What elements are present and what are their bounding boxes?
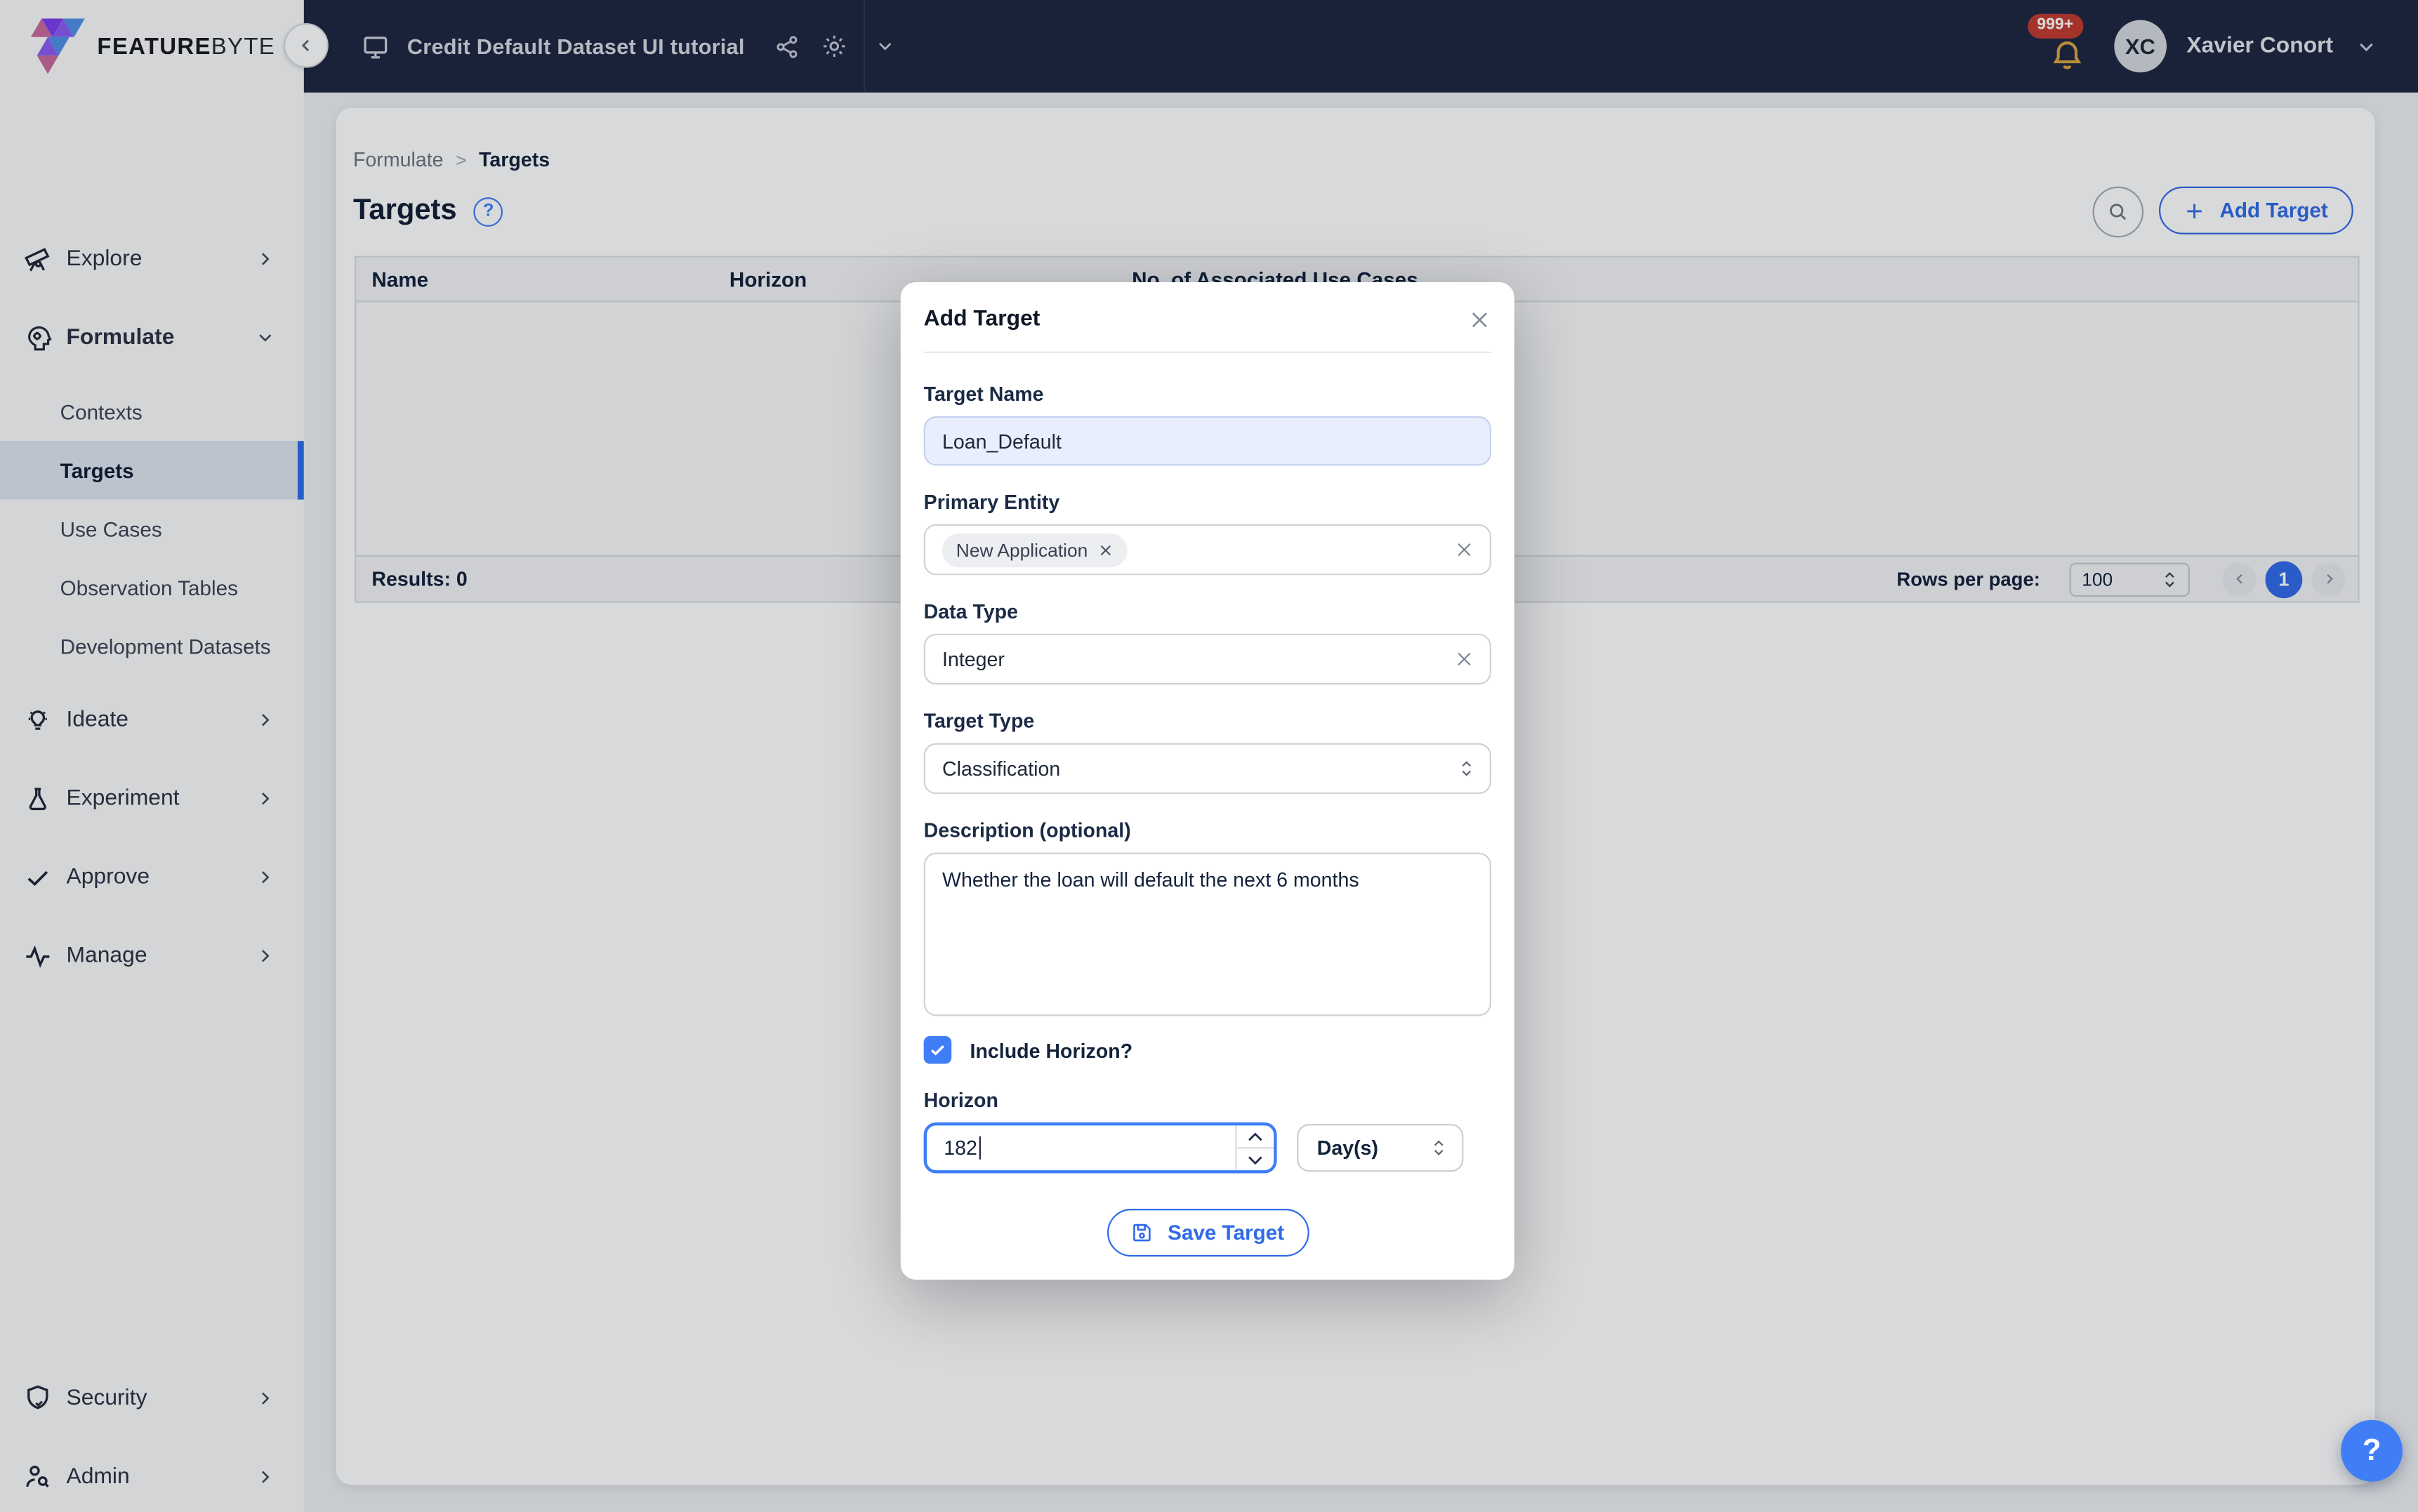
entity-chip: New Application bbox=[942, 532, 1128, 567]
dialog-title: Add Target bbox=[923, 307, 1040, 332]
horizon-value[interactable]: 182 bbox=[944, 1136, 977, 1160]
add-target-dialog: Add Target Target Name Primary Entity Ne… bbox=[900, 281, 1514, 1280]
save-icon bbox=[1130, 1221, 1154, 1245]
primary-entity-label: Primary Entity bbox=[923, 490, 1060, 514]
data-type-field-wrap bbox=[923, 633, 1491, 685]
number-spinner bbox=[1235, 1125, 1274, 1171]
horizon-number-field: 182 bbox=[923, 1122, 1277, 1174]
clear-field-icon[interactable] bbox=[1454, 540, 1474, 560]
primary-entity-field[interactable]: New Application bbox=[923, 524, 1491, 576]
spinner-down-icon[interactable] bbox=[1236, 1147, 1274, 1170]
data-type-label: Data Type bbox=[923, 599, 1019, 623]
spinner-up-icon[interactable] bbox=[1237, 1125, 1274, 1147]
target-name-input[interactable] bbox=[942, 429, 1443, 453]
select-stepper-icon bbox=[1459, 759, 1474, 779]
target-name-field-wrap bbox=[923, 416, 1491, 466]
data-type-input[interactable] bbox=[942, 647, 1443, 671]
target-type-select[interactable]: Classification bbox=[923, 743, 1491, 795]
horizon-unit-select[interactable]: Day(s) bbox=[1297, 1124, 1464, 1172]
close-icon[interactable] bbox=[1468, 307, 1491, 331]
target-name-label: Target Name bbox=[923, 382, 1044, 406]
target-type-label: Target Type bbox=[923, 709, 1035, 733]
chip-remove-icon[interactable] bbox=[1099, 542, 1114, 557]
description-label: Description (optional) bbox=[923, 818, 1131, 842]
clear-field-icon[interactable] bbox=[1454, 649, 1474, 670]
text-cursor bbox=[979, 1136, 982, 1160]
description-textarea[interactable]: Whether the loan will default the next 6… bbox=[942, 868, 1473, 1001]
help-fab-button[interactable]: ? bbox=[2341, 1419, 2403, 1482]
save-target-button[interactable]: Save Target bbox=[1106, 1209, 1309, 1257]
featurebyte-app: Credit Default Dataset UI tutorial 999+ bbox=[0, 0, 2418, 1512]
description-field-wrap: Whether the loan will default the next 6… bbox=[923, 852, 1491, 1016]
include-horizon-label: Include Horizon? bbox=[970, 1038, 1133, 1062]
select-stepper-icon bbox=[1431, 1138, 1446, 1158]
include-horizon-checkbox[interactable] bbox=[923, 1036, 952, 1064]
horizon-label: Horizon bbox=[923, 1088, 998, 1112]
